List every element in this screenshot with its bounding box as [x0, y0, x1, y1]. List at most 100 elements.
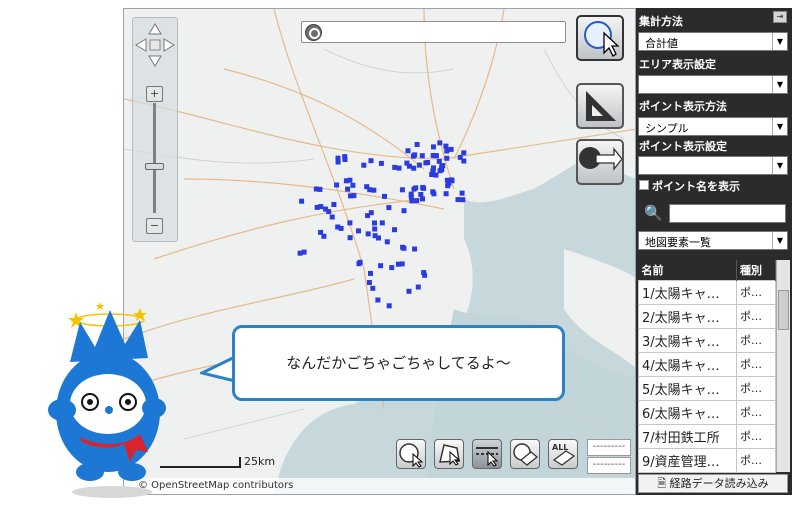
- map-point-marker[interactable]: [432, 153, 438, 159]
- aggregation-select[interactable]: 合計値 ▼: [638, 32, 788, 51]
- map-point-marker[interactable]: [389, 265, 395, 271]
- zoom-out-button[interactable]: −: [146, 218, 163, 234]
- collapse-panel-icon[interactable]: ⇥: [773, 11, 787, 23]
- map-point-marker[interactable]: [386, 303, 392, 309]
- map-point-marker[interactable]: [457, 154, 463, 160]
- column-header-name[interactable]: 名前: [638, 260, 737, 280]
- column-header-kind[interactable]: 種別: [736, 260, 776, 280]
- map-point-marker[interactable]: [378, 263, 384, 269]
- map-point-marker[interactable]: [420, 196, 425, 202]
- map-point-marker[interactable]: [386, 205, 392, 211]
- map-point-marker[interactable]: [431, 165, 436, 171]
- map-point-marker[interactable]: [455, 197, 461, 203]
- map-point-marker[interactable]: [461, 150, 467, 156]
- map-point-marker[interactable]: [421, 270, 427, 275]
- polygon-select-tool[interactable]: [434, 439, 464, 469]
- area-display-select[interactable]: ▼: [638, 75, 788, 94]
- scrollbar-thumb[interactable]: [778, 290, 789, 330]
- line-select-tool[interactable]: [472, 439, 502, 469]
- load-route-data-button[interactable]: 🗎 経路データ読み込み: [638, 474, 788, 493]
- circle-select-tool[interactable]: [396, 439, 426, 469]
- map-point-marker[interactable]: [376, 235, 381, 241]
- map-point-marker[interactable]: [335, 159, 341, 165]
- map-point-marker[interactable]: [331, 202, 337, 207]
- map-point-marker[interactable]: [368, 270, 373, 276]
- map-point-marker[interactable]: [375, 297, 381, 303]
- layer-select[interactable]: 地図要素一覧 ▼: [638, 231, 788, 250]
- map-point-marker[interactable]: [299, 198, 305, 204]
- table-row[interactable]: 4/太陽キャ… ポ…: [638, 351, 776, 377]
- map-point-marker[interactable]: [419, 153, 425, 159]
- map-point-marker[interactable]: [409, 198, 415, 204]
- map-point-marker[interactable]: [372, 226, 378, 232]
- map-point-marker[interactable]: [444, 155, 450, 161]
- erase-selection-tool[interactable]: [510, 439, 540, 469]
- map-point-marker[interactable]: [444, 148, 450, 154]
- map-point-marker[interactable]: [460, 197, 466, 203]
- map-point-marker[interactable]: [334, 182, 340, 188]
- map-point-marker[interactable]: [392, 164, 398, 170]
- map-point-marker[interactable]: [399, 187, 405, 193]
- map-point-marker[interactable]: [361, 162, 367, 168]
- select-circle-tool-button[interactable]: [576, 15, 624, 61]
- point-setting-select[interactable]: ▼: [638, 156, 788, 175]
- table-row[interactable]: 9/資産管理… ポ…: [638, 447, 776, 473]
- map-point-marker[interactable]: [412, 246, 418, 252]
- map-point-marker[interactable]: [321, 233, 327, 239]
- map-point-marker[interactable]: [404, 160, 410, 166]
- map-point-marker[interactable]: [431, 191, 437, 197]
- map-point-marker[interactable]: [329, 214, 335, 220]
- map-point-marker[interactable]: [423, 160, 429, 166]
- map-point-marker[interactable]: [392, 227, 397, 233]
- point-method-select[interactable]: シンプル ▼: [638, 117, 788, 136]
- map-point-marker[interactable]: [415, 284, 421, 290]
- show-point-names-checkbox[interactable]: [639, 180, 649, 190]
- map-point-marker[interactable]: [401, 245, 407, 251]
- route-tool-button[interactable]: [576, 139, 624, 185]
- map-point-marker[interactable]: [396, 165, 402, 171]
- map-point-marker[interactable]: [414, 142, 420, 147]
- map-point-marker[interactable]: [446, 180, 452, 186]
- map-point-marker[interactable]: [345, 186, 351, 192]
- map-point-marker[interactable]: [412, 152, 418, 158]
- map-point-marker[interactable]: [459, 190, 465, 196]
- list-filter-input[interactable]: [669, 204, 786, 223]
- map-point-marker[interactable]: [406, 288, 412, 294]
- table-row[interactable]: 6/太陽キャ… ポ…: [638, 399, 776, 425]
- map-point-marker[interactable]: [378, 160, 384, 166]
- map-point-marker[interactable]: [365, 231, 371, 237]
- map-point-marker[interactable]: [382, 193, 387, 199]
- map-point-marker[interactable]: [366, 280, 372, 285]
- pan-arrows-icon[interactable]: [133, 20, 177, 70]
- map-point-marker[interactable]: [356, 261, 362, 267]
- map-point-marker[interactable]: [343, 178, 349, 184]
- map-point-marker[interactable]: [317, 186, 323, 192]
- map-point-marker[interactable]: [384, 239, 390, 245]
- map-point-marker[interactable]: [338, 225, 344, 231]
- map-point-marker[interactable]: [411, 165, 417, 171]
- map-point-marker[interactable]: [443, 191, 449, 197]
- map-point-marker[interactable]: [347, 220, 353, 226]
- map-point-marker[interactable]: [448, 146, 454, 152]
- map-point-marker[interactable]: [314, 204, 320, 210]
- map-point-marker[interactable]: [437, 140, 443, 146]
- zoom-in-button[interactable]: +: [146, 86, 163, 102]
- table-row[interactable]: 1/太陽キャ… ポ…: [638, 279, 776, 305]
- map-point-marker[interactable]: [395, 261, 401, 267]
- map-point-marker[interactable]: [420, 185, 426, 190]
- map-point-marker[interactable]: [364, 184, 370, 190]
- map-point-marker[interactable]: [416, 162, 422, 168]
- map-point-marker[interactable]: [371, 187, 377, 193]
- measure-tool-button[interactable]: [576, 83, 624, 129]
- table-row[interactable]: 5/太陽キャ… ポ…: [638, 375, 776, 401]
- map-point-marker[interactable]: [368, 158, 374, 164]
- table-row[interactable]: 3/太陽キャ… ポ…: [638, 327, 776, 353]
- search-icon[interactable]: [305, 24, 322, 41]
- map-point-marker[interactable]: [439, 167, 445, 173]
- zoom-slider-track[interactable]: [153, 103, 156, 213]
- map-point-marker[interactable]: [414, 198, 420, 204]
- clear-all-tool[interactable]: ALL: [548, 439, 578, 469]
- map-point-marker[interactable]: [436, 158, 442, 164]
- map-search-box[interactable]: [301, 21, 566, 43]
- table-row[interactable]: 2/太陽キャ… ポ…: [638, 303, 776, 329]
